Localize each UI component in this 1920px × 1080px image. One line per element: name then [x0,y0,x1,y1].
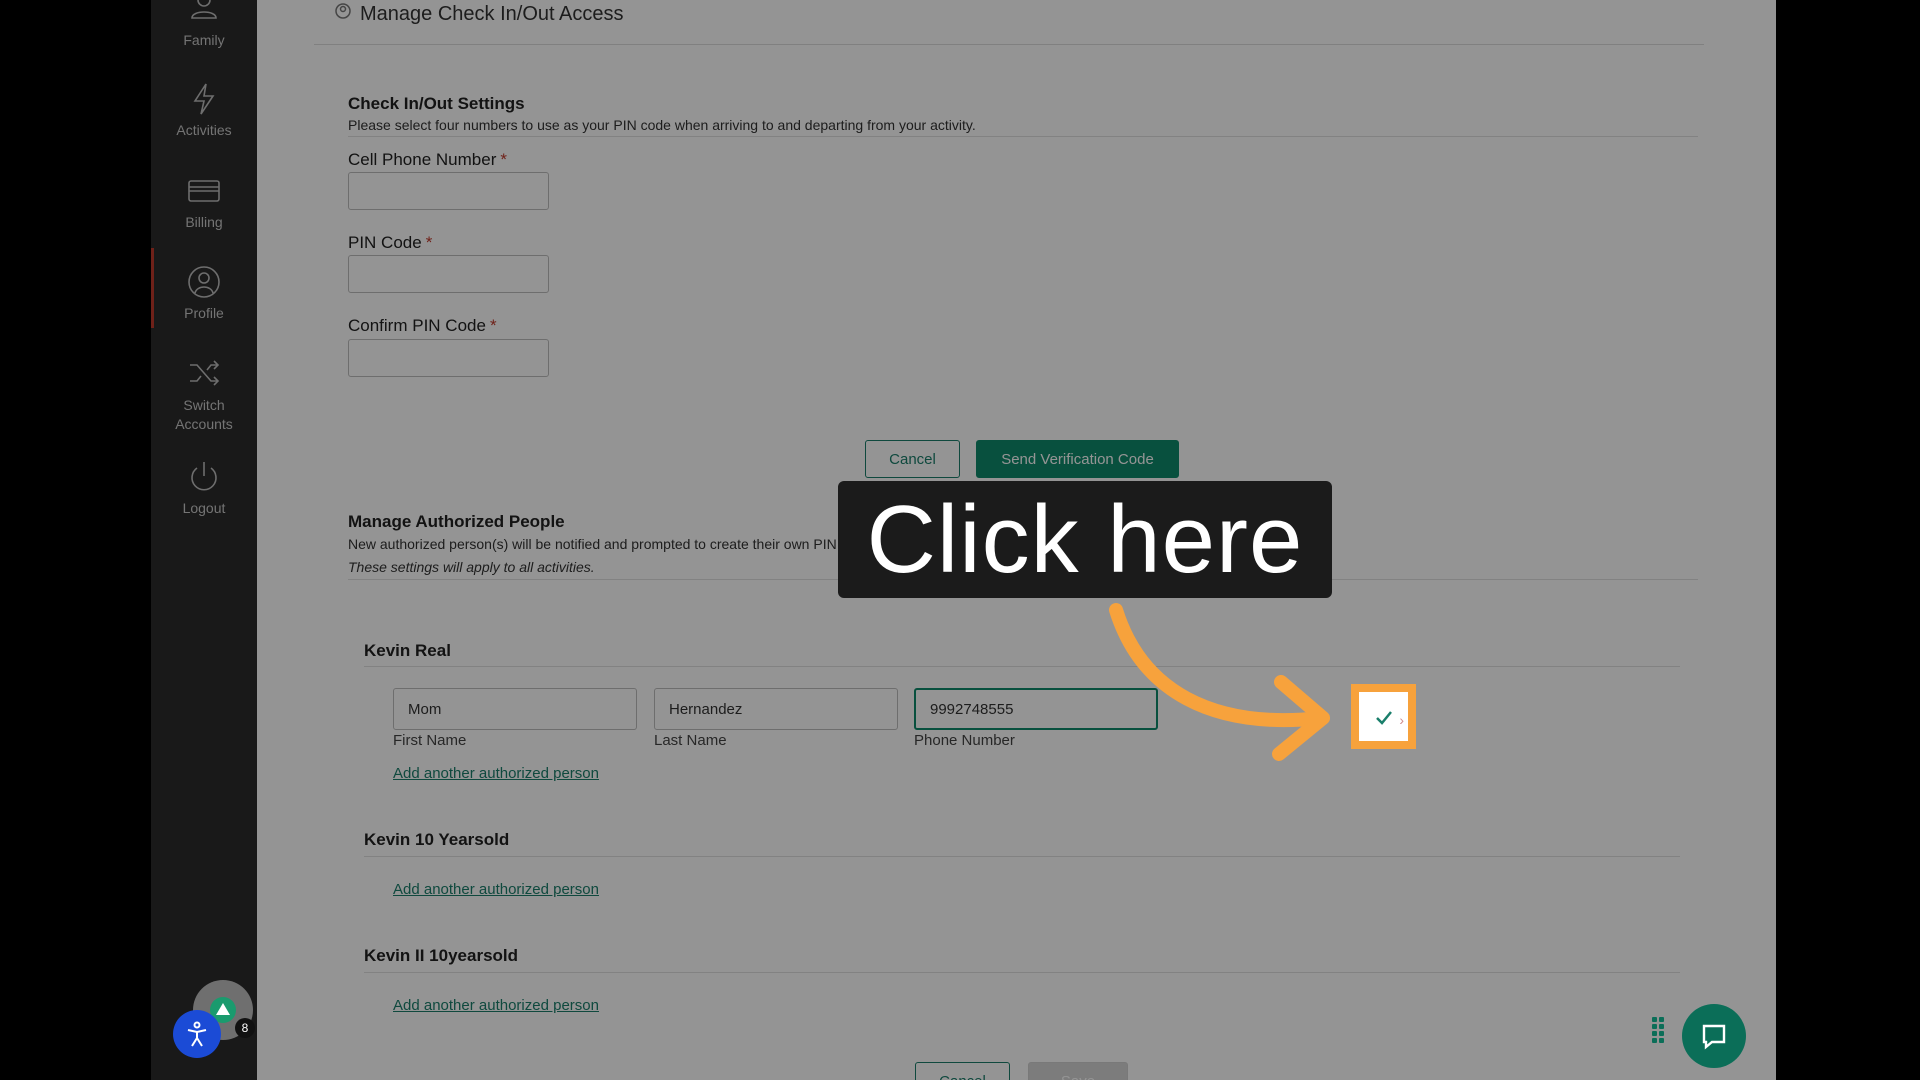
credit-card-icon [187,174,221,208]
child-name: Kevin Real [364,641,451,660]
sidebar-item-label: Logout [182,500,226,516]
add-authorized-person-link[interactable]: Add another authorized person [393,881,599,898]
pin-code-input[interactable] [348,255,549,293]
accessibility-button[interactable] [173,1010,221,1058]
sidebar-item-label: Profile [184,305,224,321]
authorized-people-note: These settings will apply to all activit… [348,559,595,575]
close-icon: › [1399,712,1404,728]
tutorial-arrow-icon [1109,603,1330,761]
first-name-caption: First Name [393,732,467,749]
user-lock-icon [334,2,352,26]
family-icon [187,0,221,26]
user-circle-icon [187,265,221,299]
power-icon [187,460,221,494]
lightning-icon [187,82,221,116]
tutorial-callout: Click here [838,481,1332,598]
cell-phone-label: Cell Phone Number * [348,150,507,169]
shuffle-icon [187,356,221,390]
child-divider [364,972,1680,973]
sidebar-item-activities[interactable]: Activities [151,82,257,138]
app-screen: Family Activities Billing Profile Switch… [151,0,1776,1080]
chat-button[interactable] [1682,1004,1746,1068]
child-divider [364,666,1680,667]
checkin-settings-title: Check In/Out Settings [348,94,525,113]
confirm-pin-label: Confirm PIN Code * [348,316,497,335]
page-title: Manage Check In/Out Access [334,2,623,26]
sidebar-item-logout[interactable]: Logout [151,460,257,516]
send-verification-code-button[interactable]: Send Verification Code [976,440,1179,478]
section-divider [348,136,1698,137]
authorized-people-title: Manage Authorized People [348,512,565,531]
sidebar-item-label: Activities [176,122,232,138]
last-name-caption: Last Name [654,732,727,749]
drag-handle-icon[interactable] [1651,1016,1665,1052]
sidebar-item-switch-accounts[interactable]: Switch Accounts [151,356,257,434]
header-divider [314,44,1704,45]
add-authorized-person-link[interactable]: Add another authorized person [393,997,599,1014]
child-divider [364,856,1680,857]
sidebar-item-label: Switch Accounts [175,397,233,432]
sidebar-item-profile[interactable]: Profile [151,265,257,321]
save-button[interactable]: Save [1028,1062,1128,1080]
confirm-pin-input[interactable] [348,339,549,377]
checkin-settings-description: Please select four numbers to use as you… [348,117,976,133]
last-name-input[interactable] [654,688,898,730]
sidebar-item-label: Billing [185,214,223,230]
sidebar: Family Activities Billing Profile Switch… [151,0,257,1080]
checkmark-icon [1375,710,1392,725]
phone-number-caption: Phone Number [914,732,1015,749]
chat-bubble-icon [1702,1024,1726,1050]
add-authorized-person-link[interactable]: Add another authorized person [393,765,599,782]
sidebar-item-family[interactable]: Family [151,0,257,48]
notification-count-badge: 8 [235,1018,255,1038]
child-name: Kevin II 10yearsold [364,946,519,965]
callout-text: Click here [866,485,1304,593]
cancel-button[interactable]: Cancel [865,440,960,478]
first-name-input[interactable] [393,688,637,730]
child-name: Kevin 10 Yearsold [364,830,510,849]
cancel-button-bottom[interactable]: Cancel [915,1062,1010,1080]
sidebar-item-billing[interactable]: Billing [151,174,257,230]
accessibility-icon [187,1021,207,1047]
cell-phone-input[interactable] [348,172,549,210]
sidebar-item-label: Family [183,32,225,48]
pin-code-label: PIN Code * [348,233,433,252]
page-title-text: Manage Check In/Out Access [360,2,624,25]
